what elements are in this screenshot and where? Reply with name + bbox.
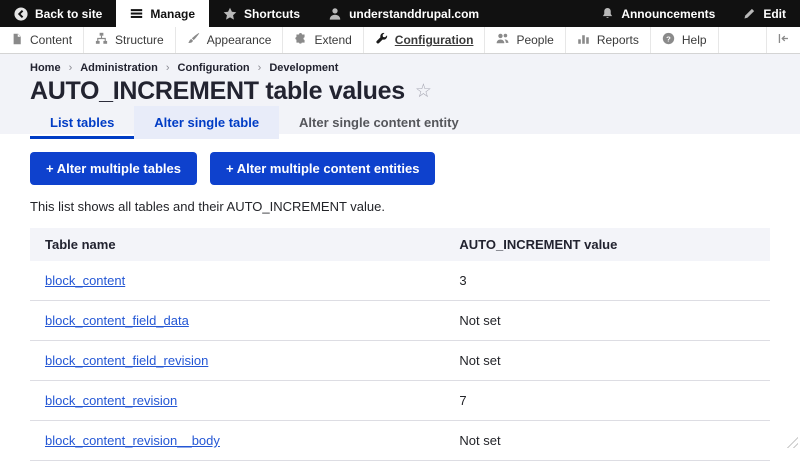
back-arrow-icon: [14, 7, 28, 21]
svg-text:?: ?: [666, 34, 671, 43]
primary-tabs: List tables Alter single table Alter sin…: [30, 106, 479, 139]
account-label: understanddrupal.com: [349, 7, 479, 21]
table-row: block_content 3: [30, 261, 770, 301]
menu-label-content: Content: [30, 33, 72, 47]
breadcrumb-development[interactable]: Development: [269, 62, 338, 74]
menu-item-reports[interactable]: Reports: [566, 27, 651, 53]
table-header-row: Table name AUTO_INCREMENT value: [30, 228, 770, 261]
tab-alter-single-table[interactable]: Alter single table: [134, 106, 279, 139]
bar-chart-icon: [577, 32, 590, 48]
user-account-tab[interactable]: understanddrupal.com: [314, 0, 493, 27]
menu-item-people[interactable]: People: [485, 27, 565, 53]
announcements-label: Announcements: [621, 7, 715, 21]
menu-item-help[interactable]: ? Help: [651, 27, 719, 53]
table-link[interactable]: block_content_revision__body: [45, 433, 220, 448]
star-icon: [223, 7, 237, 21]
alter-multiple-content-entities-button[interactable]: + Alter multiple content entities: [210, 152, 435, 185]
people-icon: [496, 32, 509, 48]
table-value: 7: [444, 381, 770, 421]
menu-item-configuration[interactable]: Configuration: [364, 27, 486, 53]
announcements-button[interactable]: Announcements: [587, 0, 729, 27]
wrench-icon: [375, 32, 388, 48]
breadcrumb: Home › Administration › Configuration › …: [30, 62, 770, 74]
main-content: + Alter multiple tables + Alter multiple…: [0, 134, 800, 461]
menu-label-help: Help: [682, 33, 707, 47]
tab-alter-single-content-entity[interactable]: Alter single content entity: [279, 106, 479, 139]
action-buttons: + Alter multiple tables + Alter multiple…: [30, 152, 770, 185]
back-to-site-button[interactable]: Back to site: [0, 0, 116, 27]
manage-tab[interactable]: Manage: [116, 0, 209, 27]
breadcrumb-configuration[interactable]: Configuration: [178, 62, 250, 74]
breadcrumb-separator: ›: [166, 62, 170, 74]
menu-spacer: [719, 27, 766, 53]
menu-item-extend[interactable]: Extend: [283, 27, 363, 53]
menu-item-appearance[interactable]: Appearance: [176, 27, 284, 53]
manage-label: Manage: [150, 7, 195, 21]
toolbar-orientation-toggle[interactable]: [766, 27, 800, 53]
collapse-left-icon: [777, 32, 790, 48]
column-header-auto-increment-value: AUTO_INCREMENT value: [444, 228, 770, 261]
toolbar-spacer: [493, 0, 587, 27]
page-title: AUTO_INCREMENT table values: [30, 77, 405, 106]
hamburger-menu-icon: [130, 7, 143, 20]
table-value: Not set: [444, 341, 770, 381]
table-value: 3: [444, 261, 770, 301]
tab-list-tables[interactable]: List tables: [30, 106, 134, 139]
table-value: Not set: [444, 301, 770, 341]
menu-label-appearance: Appearance: [207, 33, 272, 47]
bell-icon: [601, 7, 614, 20]
paintbrush-icon: [187, 32, 200, 48]
page-description: This list shows all tables and their AUT…: [30, 199, 770, 214]
table-link[interactable]: block_content_field_data: [45, 313, 189, 328]
table-row: block_content_field_revision Not set: [30, 341, 770, 381]
menu-label-configuration: Configuration: [395, 33, 474, 47]
file-icon: [11, 33, 23, 48]
table-row: block_content_revision__body Not set: [30, 421, 770, 461]
puzzle-icon: [294, 32, 307, 48]
table-value: Not set: [444, 421, 770, 461]
shortcuts-label: Shortcuts: [244, 7, 300, 21]
breadcrumb-separator: ›: [69, 62, 73, 74]
help-icon: ?: [662, 32, 675, 48]
alter-multiple-tables-button[interactable]: + Alter multiple tables: [30, 152, 197, 185]
favorite-star-icon[interactable]: ☆: [415, 82, 432, 101]
admin-menu-bar: Content Structure Appearance Extend Conf…: [0, 27, 800, 54]
table-row: block_content_revision 7: [30, 381, 770, 421]
breadcrumb-administration[interactable]: Administration: [80, 62, 158, 74]
breadcrumb-home[interactable]: Home: [30, 62, 61, 74]
pencil-icon: [743, 7, 756, 20]
breadcrumb-separator: ›: [258, 62, 262, 74]
edit-label: Edit: [763, 7, 786, 21]
menu-item-content[interactable]: Content: [0, 27, 84, 53]
table-link[interactable]: block_content: [45, 273, 125, 288]
edit-button[interactable]: Edit: [729, 0, 800, 27]
menu-label-reports: Reports: [597, 33, 639, 47]
menu-label-structure: Structure: [115, 33, 164, 47]
back-to-site-label: Back to site: [35, 7, 102, 21]
menu-label-people: People: [516, 33, 553, 47]
column-header-table-name: Table name: [30, 228, 444, 261]
auto-increment-table: Table name AUTO_INCREMENT value block_co…: [30, 228, 770, 461]
menu-label-extend: Extend: [314, 33, 351, 47]
sitemap-icon: [95, 32, 108, 48]
table-link[interactable]: block_content_field_revision: [45, 353, 208, 368]
page-header: Home › Administration › Configuration › …: [0, 54, 800, 134]
menu-item-structure[interactable]: Structure: [84, 27, 176, 53]
table-link[interactable]: block_content_revision: [45, 393, 177, 408]
admin-toolbar: Back to site Manage Shortcuts understand…: [0, 0, 800, 27]
table-row: block_content_field_data Not set: [30, 301, 770, 341]
shortcuts-tab[interactable]: Shortcuts: [209, 0, 314, 27]
user-icon: [328, 7, 342, 21]
